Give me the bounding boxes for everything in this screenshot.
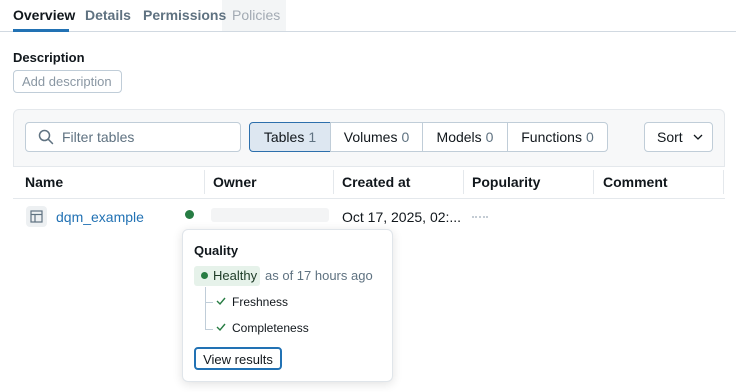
quality-status-indicator[interactable] xyxy=(185,210,194,219)
sort-button[interactable]: Sort xyxy=(644,122,713,152)
status-badge-label: Healthy xyxy=(213,268,258,283)
segment-volumes-count: 0 xyxy=(401,129,410,145)
check-completeness-label: Completeness xyxy=(232,321,309,335)
description-heading: Description xyxy=(13,50,85,65)
search-placeholder: Filter tables xyxy=(62,129,135,145)
status-timestamp: as of 17 hours ago xyxy=(265,268,373,283)
column-divider[interactable] xyxy=(593,170,594,194)
segment-models-count: 0 xyxy=(485,129,494,145)
segment-tables[interactable]: Tables 1 xyxy=(249,122,331,152)
search-icon xyxy=(38,129,54,145)
column-header-name[interactable]: Name xyxy=(25,174,63,190)
segment-models-label: Models xyxy=(436,129,482,145)
check-tree-line xyxy=(205,287,206,329)
segment-tables-count: 1 xyxy=(308,129,317,145)
segment-functions-label: Functions xyxy=(521,129,582,145)
segment-tables-label: Tables xyxy=(263,129,305,145)
column-divider[interactable] xyxy=(204,170,205,194)
sort-label: Sort xyxy=(657,129,683,145)
active-tab-indicator xyxy=(13,29,69,32)
check-icon xyxy=(216,323,226,332)
segment-functions[interactable]: Functions 0 xyxy=(507,122,608,152)
tab-overview[interactable]: Overview xyxy=(13,7,75,23)
add-description-button[interactable]: Add description xyxy=(13,70,122,93)
segment-volumes[interactable]: Volumes 0 xyxy=(330,122,423,152)
quality-title: Quality xyxy=(194,243,239,258)
column-header-created-at[interactable]: Created at xyxy=(342,174,410,190)
created-at-value: Oct 17, 2025, 02:... xyxy=(342,209,462,225)
filter-tables-input[interactable]: Filter tables xyxy=(25,122,241,152)
view-results-button[interactable]: View results xyxy=(194,347,282,370)
table-icon xyxy=(26,206,47,227)
healthy-status-dot xyxy=(201,272,208,279)
column-header-comment[interactable]: Comment xyxy=(603,174,668,190)
owner-redacted xyxy=(211,208,329,222)
column-divider[interactable] xyxy=(333,170,334,194)
table-name-link[interactable]: dqm_example xyxy=(56,209,144,225)
tab-permissions[interactable]: Permissions xyxy=(143,7,226,23)
check-freshness-label: Freshness xyxy=(232,295,289,309)
check-icon xyxy=(216,297,226,306)
segment-functions-count: 0 xyxy=(585,129,594,145)
check-tree-branch xyxy=(205,329,213,330)
column-header-owner[interactable]: Owner xyxy=(213,174,257,190)
popularity-indicator xyxy=(472,216,488,218)
column-divider[interactable] xyxy=(723,170,724,194)
chevron-down-icon xyxy=(693,134,703,140)
column-header-popularity[interactable]: Popularity xyxy=(472,174,540,190)
segment-models[interactable]: Models 0 xyxy=(422,122,508,152)
column-divider[interactable] xyxy=(463,170,464,194)
segment-volumes-label: Volumes xyxy=(343,129,398,145)
tab-policies: Policies xyxy=(232,7,281,23)
check-tree-branch xyxy=(205,302,213,303)
tab-details[interactable]: Details xyxy=(85,7,131,23)
